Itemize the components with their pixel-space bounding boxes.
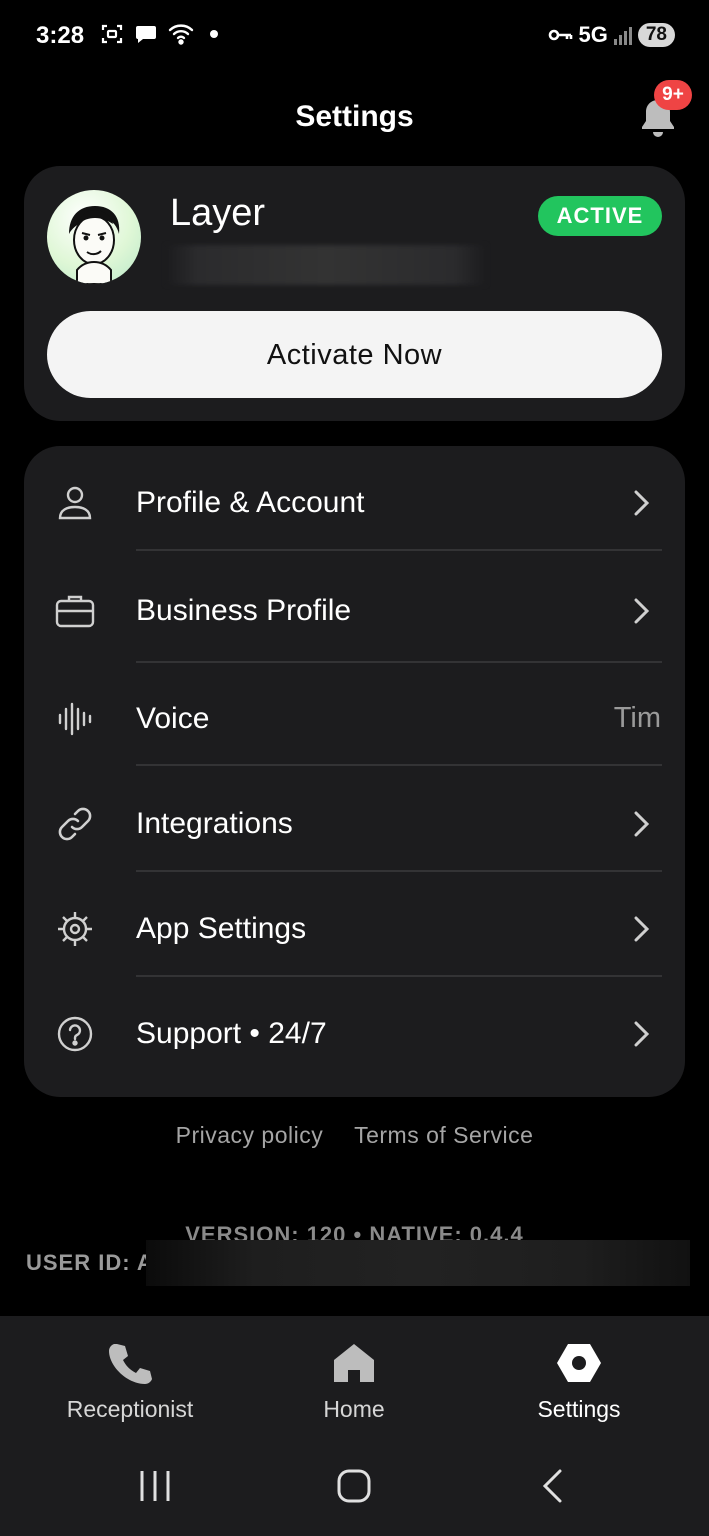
chevron-right-icon: [634, 598, 650, 624]
voice-value: Tim: [613, 702, 661, 734]
divider: [136, 764, 662, 766]
recent-apps-icon[interactable]: [138, 1468, 172, 1504]
menu-item-profile-account[interactable]: Profile & Account: [24, 470, 685, 536]
settings-menu: [24, 446, 685, 1097]
profile-name: Layer: [170, 192, 266, 234]
menu-item-label: Business Profile: [136, 594, 352, 627]
menu-item-label: Support • 24/7: [136, 1017, 327, 1050]
status-right: 5G 78: [547, 22, 675, 48]
menu-item-business-profile[interactable]: Business Profile: [24, 578, 685, 644]
screenshot-icon: [101, 24, 123, 44]
notification-badge: 9+: [654, 80, 692, 110]
chevron-right-icon: [634, 811, 650, 837]
gear-icon: [58, 912, 92, 946]
message-icon: [136, 26, 156, 43]
privacy-policy-link[interactable]: Privacy policy: [176, 1122, 324, 1148]
briefcase-icon: [55, 595, 95, 628]
wifi-icon: [168, 24, 194, 45]
back-icon[interactable]: [540, 1468, 566, 1504]
battery-indicator: 78: [637, 23, 675, 47]
nav-label: Home: [323, 1396, 385, 1422]
page-title: Settings: [295, 100, 414, 133]
user-id-label: USER ID: A: [26, 1250, 154, 1275]
menu-item-label: App Settings: [136, 912, 307, 945]
divider: [136, 661, 662, 663]
menu-item-label: Integrations: [136, 807, 293, 840]
avatar-illustration: [69, 206, 120, 284]
dot-icon: [210, 30, 218, 38]
nav-item-receptionist[interactable]: Receptionist: [30, 1340, 230, 1423]
nav-label: Settings: [537, 1396, 621, 1422]
status-badge: ACTIVE: [538, 196, 662, 236]
chevron-right-icon: [634, 916, 650, 942]
terms-of-service-link[interactable]: Terms of Service: [354, 1122, 533, 1148]
footer-links: Privacy policy Terms of Service: [0, 1122, 709, 1149]
chevron-right-icon: [634, 490, 650, 516]
settings-hex-icon: [557, 1344, 601, 1382]
home-icon: [334, 1344, 374, 1382]
help-icon: [57, 1016, 93, 1052]
waveform-icon: [58, 702, 92, 736]
nav-item-home[interactable]: Home: [254, 1340, 454, 1423]
divider: [136, 870, 662, 872]
signal-icon: [613, 27, 632, 45]
menu-item-label: Voice: [136, 702, 210, 735]
redacted-user-id: [146, 1240, 690, 1286]
person-icon: [58, 486, 92, 520]
divider: [136, 549, 662, 551]
status-time: 3:28: [36, 22, 85, 49]
phone-icon: [109, 1344, 152, 1384]
link-icon: [58, 807, 92, 841]
nav-label: Receptionist: [66, 1396, 194, 1422]
chevron-right-icon: [634, 1021, 650, 1047]
vpn-key-icon: [548, 29, 572, 41]
menu-item-integrations[interactable]: Integrations: [24, 791, 685, 857]
home-button-icon[interactable]: [336, 1468, 372, 1504]
menu-item-voice[interactable]: Voice Tim: [24, 686, 685, 752]
network-label: 5G: [578, 22, 608, 47]
menu-item-support[interactable]: Support • 24/7: [24, 1001, 685, 1067]
avatar[interactable]: [47, 190, 141, 284]
nav-item-settings[interactable]: Settings: [479, 1340, 679, 1423]
divider: [136, 975, 662, 977]
menu-item-app-settings[interactable]: App Settings: [24, 896, 685, 962]
activate-now-button[interactable]: Activate Now: [47, 311, 662, 398]
status-icons: [100, 22, 218, 46]
redacted-email: [166, 245, 486, 285]
menu-item-label: Profile & Account: [136, 486, 365, 519]
